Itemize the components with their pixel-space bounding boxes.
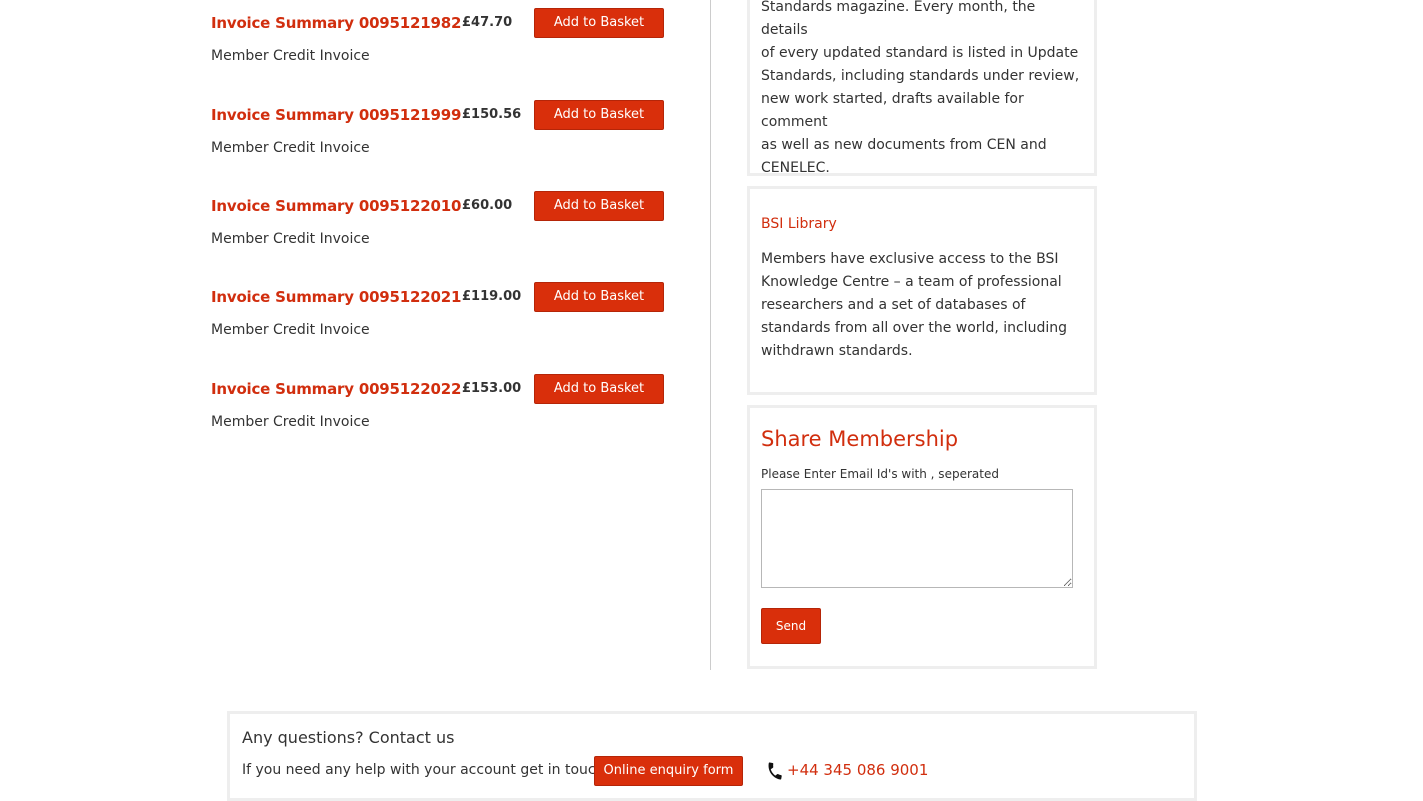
share-membership-heading: Share Membership [761, 427, 959, 451]
invoice-list: Invoice Summary 0095121982 Member Credit… [0, 0, 710, 450]
text-line: Standards, including standards under rev… [761, 68, 1080, 84]
invoice-price: £119.00 [462, 289, 522, 304]
invoice-item: Invoice Summary 0095121999 Member Credit… [211, 100, 671, 180]
invoice-type: Member Credit Invoice [211, 322, 370, 338]
phone-icon [765, 761, 785, 781]
invoice-price: £60.00 [462, 198, 513, 213]
text-line: researchers and a set of databases of [761, 297, 1026, 313]
text-line: Members have exclusive access to the BSI [761, 251, 1059, 267]
phone-number-link[interactable]: +44 345 086 9001 [787, 761, 928, 779]
add-to-basket-button[interactable]: Add to Basket [534, 374, 664, 404]
bsi-library-panel: BSI Library Members have exclusive acces… [747, 186, 1097, 395]
text-line: Standards magazine. Every month, the det… [761, 0, 1036, 38]
bsi-library-link[interactable]: BSI Library [761, 216, 837, 232]
invoice-item: Invoice Summary 0095121982 Member Credit… [211, 8, 671, 88]
invoice-type: Member Credit Invoice [211, 140, 370, 156]
invoice-item: Invoice Summary 0095122022 Member Credit… [211, 374, 671, 454]
invoice-price: £150.56 [462, 107, 522, 122]
invoice-title-link[interactable]: Invoice Summary 0095122022 [211, 380, 461, 398]
invoice-item: Invoice Summary 0095122021 Member Credit… [211, 282, 671, 362]
add-to-basket-button[interactable]: Add to Basket [534, 100, 664, 130]
contact-box: Any questions? Contact us If you need an… [227, 711, 1197, 801]
add-to-basket-button[interactable]: Add to Basket [534, 8, 664, 38]
invoice-item: Invoice Summary 0095122010 Member Credit… [211, 191, 671, 271]
text-line: CENELEC. [761, 160, 830, 176]
text-line: withdrawn standards. [761, 343, 913, 359]
online-enquiry-button[interactable]: Online enquiry form [594, 756, 743, 786]
contact-title: Any questions? Contact us [242, 728, 455, 747]
update-standards-text: Standards magazine. Every month, the det… [761, 0, 1081, 180]
share-membership-panel: Share Membership Please Enter Email Id's… [747, 405, 1097, 669]
invoice-title-link[interactable]: Invoice Summary 0095121999 [211, 106, 461, 124]
add-to-basket-button[interactable]: Add to Basket [534, 191, 664, 221]
invoice-price: £47.70 [462, 15, 513, 30]
text-line: standards from all over the world, inclu… [761, 320, 1067, 336]
text-line: new work started, drafts available for c… [761, 91, 1024, 130]
add-to-basket-button[interactable]: Add to Basket [534, 282, 664, 312]
email-field-label: Please Enter Email Id's with , seperated [761, 467, 999, 481]
text-line: Knowledge Centre – a team of professiona… [761, 274, 1062, 290]
invoice-type: Member Credit Invoice [211, 414, 370, 430]
invoice-title-link[interactable]: Invoice Summary 0095121982 [211, 14, 461, 32]
email-field[interactable] [761, 489, 1073, 588]
bsi-library-text: Members have exclusive access to the BSI… [761, 248, 1081, 363]
send-button[interactable]: Send [761, 608, 821, 644]
invoice-title-link[interactable]: Invoice Summary 0095122021 [211, 288, 461, 306]
invoice-type: Member Credit Invoice [211, 48, 370, 64]
column-divider [710, 0, 711, 670]
text-line: of every updated standard is listed in U… [761, 45, 1079, 61]
invoice-price: £153.00 [462, 381, 522, 396]
update-standards-panel: Standards magazine. Every month, the det… [747, 0, 1097, 176]
contact-text: If you need any help with your account g… [242, 762, 610, 778]
invoice-title-link[interactable]: Invoice Summary 0095122010 [211, 197, 461, 215]
text-line: as well as new documents from CEN and [761, 137, 1047, 153]
invoice-type: Member Credit Invoice [211, 231, 370, 247]
